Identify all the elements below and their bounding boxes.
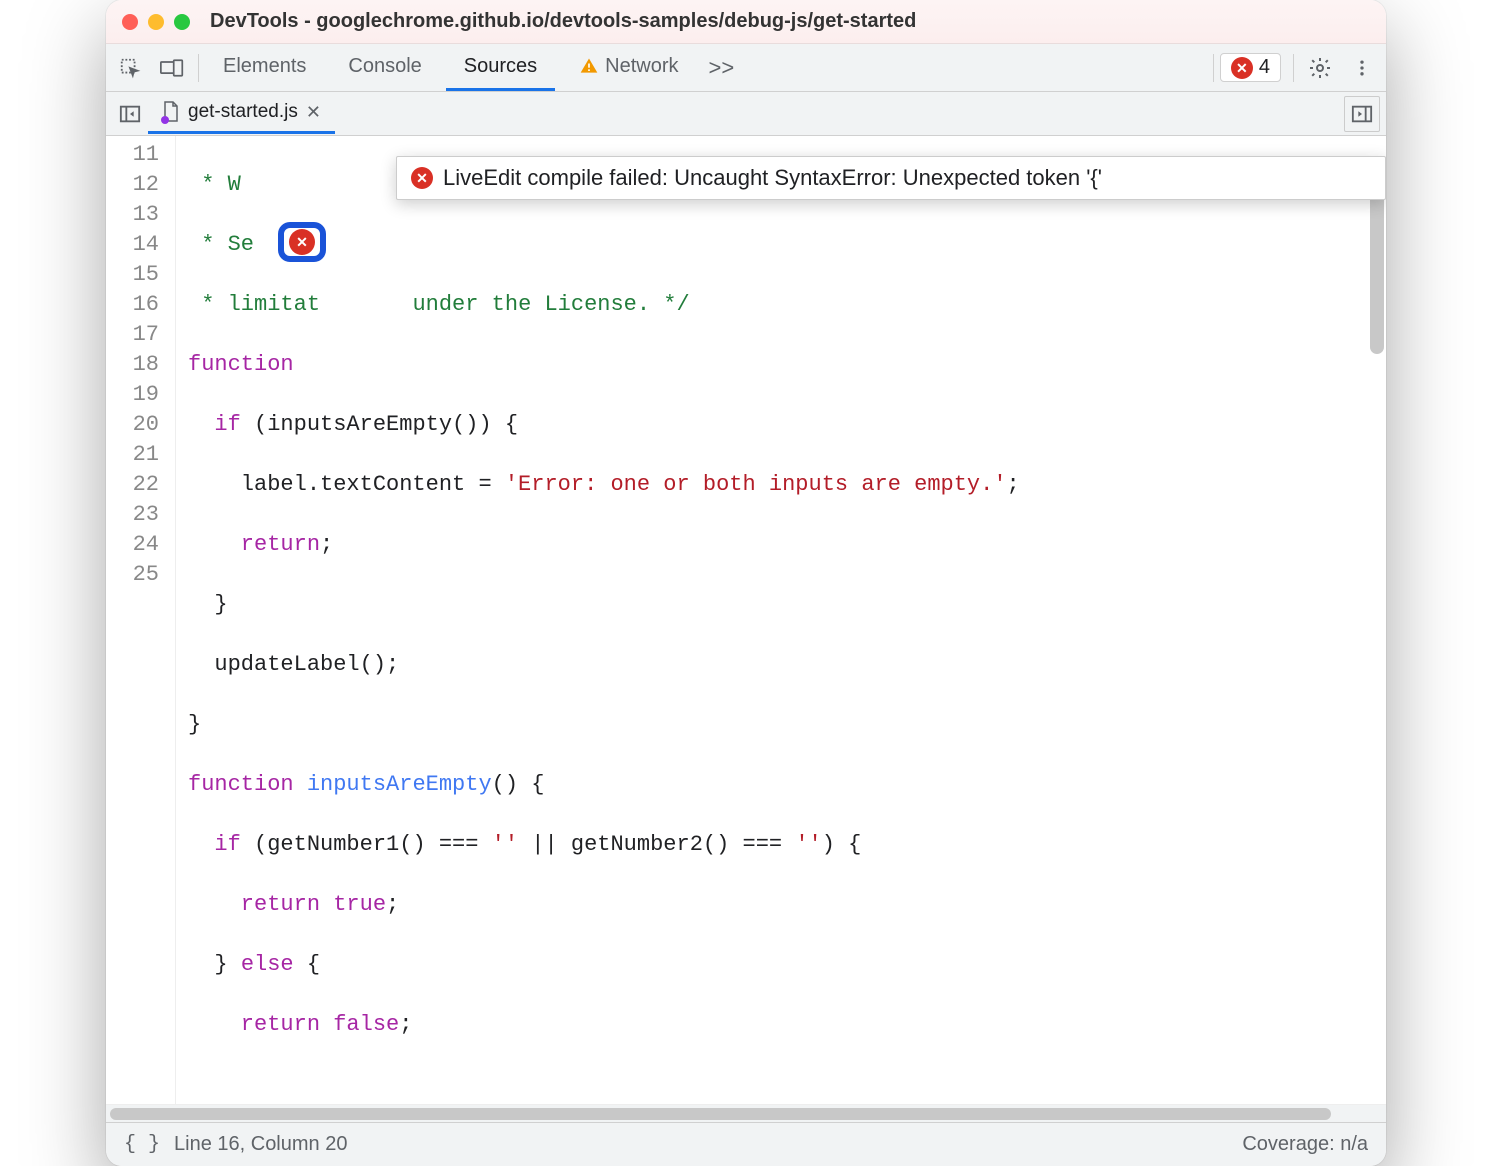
traffic-lights — [122, 14, 190, 30]
toolbar-divider — [198, 54, 199, 82]
file-name: get-started.js — [188, 101, 298, 123]
horizontal-scrollbar[interactable] — [106, 1104, 1386, 1122]
warning-icon — [579, 56, 599, 76]
titlebar: DevTools - googlechrome.github.io/devtoo… — [106, 0, 1386, 44]
show-debugger-icon[interactable] — [1344, 96, 1380, 132]
tab-console[interactable]: Console — [330, 45, 439, 91]
main-toolbar: Elements Console Sources Network >> ✕ 4 — [106, 44, 1386, 92]
more-options-icon[interactable] — [1342, 48, 1382, 88]
more-tabs-button[interactable]: >> — [699, 55, 745, 81]
file-icon — [162, 101, 180, 123]
vertical-scrollbar[interactable] — [1370, 144, 1384, 524]
tab-network[interactable]: Network — [561, 45, 696, 91]
tab-sources[interactable]: Sources — [446, 45, 555, 91]
show-navigator-icon[interactable] — [112, 96, 148, 132]
error-count: 4 — [1259, 56, 1270, 79]
error-icon: ✕ — [411, 167, 433, 189]
file-tab-bar: get-started.js ✕ — [106, 92, 1386, 136]
file-tab[interactable]: get-started.js ✕ — [148, 93, 335, 134]
code-content[interactable]: * W * Se * limitat under the License. */… — [176, 136, 1386, 1104]
toolbar-divider — [1213, 54, 1214, 82]
panel-tabs: Elements Console Sources Network — [205, 45, 697, 91]
close-window-button[interactable] — [122, 14, 138, 30]
inspect-element-icon[interactable] — [110, 48, 150, 88]
settings-icon[interactable] — [1300, 48, 1340, 88]
close-file-icon[interactable]: ✕ — [306, 102, 321, 123]
error-icon: ✕ — [1231, 57, 1253, 79]
modified-indicator-icon — [161, 116, 169, 124]
cursor-position: Line 16, Column 20 — [174, 1133, 347, 1156]
coverage-status[interactable]: Coverage: n/a — [1242, 1133, 1368, 1156]
tab-network-label: Network — [605, 55, 678, 78]
code-editor[interactable]: ✕ LiveEdit compile failed: Uncaught Synt… — [106, 136, 1386, 1122]
pretty-print-icon[interactable]: { } — [124, 1133, 160, 1156]
device-toolbar-icon[interactable] — [152, 48, 192, 88]
line-gutter[interactable]: 11 12 13 14 15 16 17 18 19 20 21 22 23 2… — [106, 136, 176, 1104]
error-line-marker[interactable]: ✕ — [278, 222, 326, 262]
error-count-badge[interactable]: ✕ 4 — [1220, 53, 1281, 82]
window-title: DevTools - googlechrome.github.io/devtoo… — [210, 10, 916, 33]
tab-elements[interactable]: Elements — [205, 45, 324, 91]
tooltip-message: LiveEdit compile failed: Uncaught Syntax… — [443, 165, 1102, 191]
minimize-window-button[interactable] — [148, 14, 164, 30]
devtools-window: DevTools - googlechrome.github.io/devtoo… — [106, 0, 1386, 1166]
toolbar-divider — [1293, 54, 1294, 82]
maximize-window-button[interactable] — [174, 14, 190, 30]
status-bar: { } Line 16, Column 20 Coverage: n/a — [106, 1122, 1386, 1166]
error-icon: ✕ — [289, 229, 315, 255]
error-tooltip: ✕ LiveEdit compile failed: Uncaught Synt… — [396, 156, 1386, 200]
